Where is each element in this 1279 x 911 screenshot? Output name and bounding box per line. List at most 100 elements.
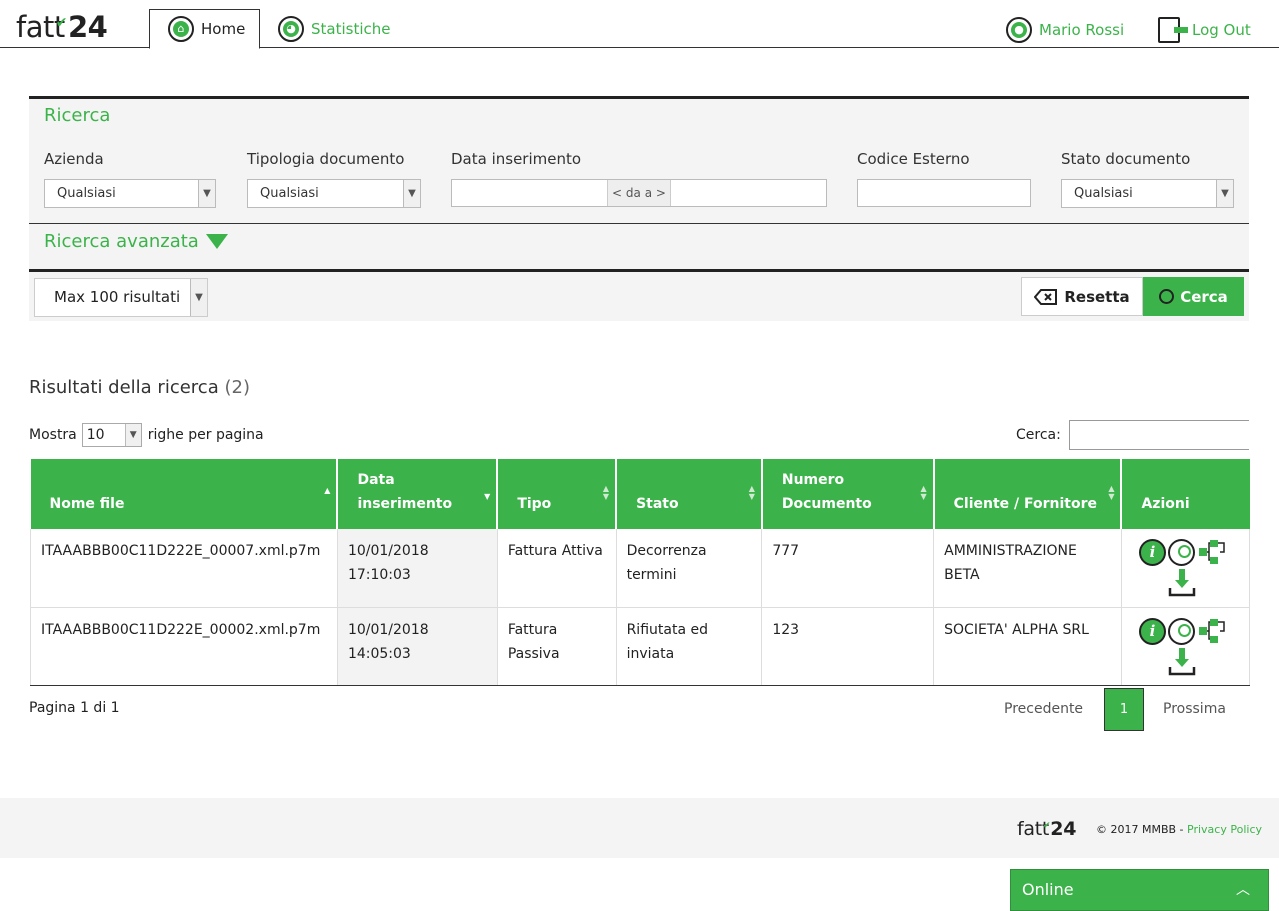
chevron-up-icon: ︿ [1236,882,1250,898]
footer-copyright: © 2017 MMBB - Privacy Policy [1096,823,1262,836]
cell-data: 10/01/2018 17:10:03 [337,529,498,608]
top-navigation: fatt✔24 ⌂ Home ◕ Statistiche ● Mario Ros… [0,0,1279,51]
divider [29,223,1249,224]
pie-chart-icon: ◕ [278,16,304,42]
reset-label: Resetta [1064,287,1130,306]
privacy-policy-link[interactable]: Privacy Policy [1187,823,1262,836]
date-range-input[interactable]: < da a > [451,179,827,207]
cell-tipo: Fattura Passiva [497,607,617,686]
cell-stato: Decorrenza termini [616,529,763,608]
user-profile-link[interactable]: ● Mario Rossi [1006,17,1124,43]
footer: fatt✔24 © 2017 MMBB - Privacy Policy [0,798,1279,858]
chevron-down-icon: ▼ [1216,180,1233,207]
tab-statistiche[interactable]: ◕ Statistiche [278,9,391,49]
data-label: Data inserimento [451,150,582,168]
home-icon: ⌂ [168,16,194,42]
column-nome-file[interactable]: Nome file ▲ [30,459,339,529]
download-icon[interactable] [1168,568,1196,598]
column-stato[interactable]: Stato ▲ ▼ [616,459,763,529]
page-1-button[interactable]: 1 [1104,688,1144,731]
advanced-search-toggle[interactable]: Ricerca avanzata [44,231,228,252]
footer-logo: fatt✔24 [1017,818,1077,840]
azienda-select[interactable]: Qualsiasi ▼ [44,179,216,208]
tab-statistiche-label: Statistiche [311,20,391,38]
table-header-row: Nome file ▲ Data inserimento ▼ Tipo ▲ ▼ Stat… [30,459,1250,529]
advanced-search-label: Ricerca avanzata [44,231,199,252]
tipologia-select[interactable]: Qualsiasi ▼ [247,179,421,208]
cell-azioni: i [1121,607,1251,686]
workflow-icon[interactable] [1198,539,1226,566]
search-label: Cerca [1180,287,1228,306]
stato-select[interactable]: Qualsiasi ▼ [1061,179,1234,208]
cell-azioni: i [1121,529,1251,608]
logout-link[interactable]: Log Out [1158,17,1251,43]
next-page-button[interactable]: Prossima [1163,701,1226,717]
view-icon[interactable] [1167,539,1195,566]
sort-asc-icon: ▲ [324,486,331,495]
table-row: ITAAABBB00C11D222E_00002.xml.p7m 10/01/2… [30,607,1251,686]
filter-input[interactable] [1069,420,1249,450]
table-row: ITAAABBB00C11D222E_00007.xml.p7m 10/01/2… [30,529,1251,608]
chevron-down-icon: ▼ [198,180,215,207]
column-cliente-fornitore[interactable]: Cliente / Fornitore ▲ ▼ [933,459,1123,529]
sort-icon: ▲ ▼ [748,484,755,501]
cell-nome-file: ITAAABBB00C11D222E_00002.xml.p7m [30,607,338,686]
logout-label: Log Out [1192,21,1251,39]
cell-cliente: SOCIETA' ALPHA SRL [933,607,1122,686]
chevron-down-icon: ▼ [403,180,420,207]
results-title: Risultati della ricerca (2) [29,377,250,398]
rows-label: righe per pagina [147,427,264,443]
download-icon[interactable] [1168,647,1196,677]
chevron-down-icon: ▼ [190,279,207,316]
stato-label: Stato documento [1061,150,1191,168]
codice-label: Codice Esterno [857,150,970,168]
triangle-down-icon [205,234,228,249]
pagination-info: Pagina 1 di 1 [29,700,120,716]
page-size-control: Mostra 10 ▼ righe per pagina [29,423,264,447]
results-count: (2) [224,377,250,398]
prev-page-button[interactable]: Precedente [1004,701,1083,717]
sort-icon: ▲ ▼ [602,484,610,501]
codice-esterno-input[interactable] [857,179,1031,207]
sort-icon: ▲ ▼ [920,484,927,501]
column-numero-documento[interactable]: Numero Documento ▲ ▼ [761,459,935,529]
user-icon: ● [1006,17,1032,43]
show-label: Mostra [29,427,77,443]
search-toolbar: Max 100 risultati ▼ Resetta Cerca [29,272,1249,321]
results-table: Nome file ▲ Data inserimento ▼ Tipo ▲ ▼ Stat… [30,459,1251,686]
sort-desc-icon: ▼ [484,492,491,501]
search-icon [1159,289,1175,304]
tab-home[interactable]: ⌂ Home [149,9,260,49]
cell-numero: 123 [761,607,935,686]
user-name: Mario Rossi [1039,21,1125,39]
chat-status-label: Online [1022,880,1074,899]
erase-icon [1034,288,1058,305]
info-icon[interactable]: i [1138,617,1166,645]
column-tipo[interactable]: Tipo ▲ ▼ [497,459,618,529]
sort-icon: ▲ ▼ [1108,484,1115,501]
search-panel: Ricerca Azienda Qualsiasi ▼ Tipologia doc… [29,96,1249,271]
cell-cliente: AMMINISTRAZIONE BETA [933,529,1122,608]
tab-home-label: Home [201,20,246,38]
workflow-icon[interactable] [1198,618,1226,645]
chevron-down-icon: ▼ [124,424,141,446]
tipologia-label: Tipologia documento [247,150,405,168]
cell-numero: 777 [761,529,935,608]
max-results-select[interactable]: Max 100 risultati ▼ [34,278,208,317]
cell-stato: Rifiutata ed inviata [616,607,763,686]
azienda-label: Azienda [44,150,104,168]
page-size-select[interactable]: 10 ▼ [81,423,142,447]
cell-nome-file: ITAAABBB00C11D222E_00007.xml.p7m [30,529,338,608]
column-data-inserimento[interactable]: Data inserimento ▼ [337,459,499,529]
column-azioni: Azioni [1121,459,1250,529]
app-logo[interactable]: fatt✔24 [16,9,108,51]
reset-button[interactable]: Resetta [1021,277,1143,316]
cell-data: 10/01/2018 14:05:03 [337,607,498,686]
search-title: Ricerca [44,105,111,126]
online-chat-widget[interactable]: Online ︿ [1010,869,1269,911]
search-button[interactable]: Cerca [1143,277,1244,316]
logout-icon [1158,17,1188,43]
filter-label: Cerca: [1016,427,1061,443]
info-icon[interactable]: i [1138,539,1166,566]
view-icon[interactable] [1167,617,1195,645]
